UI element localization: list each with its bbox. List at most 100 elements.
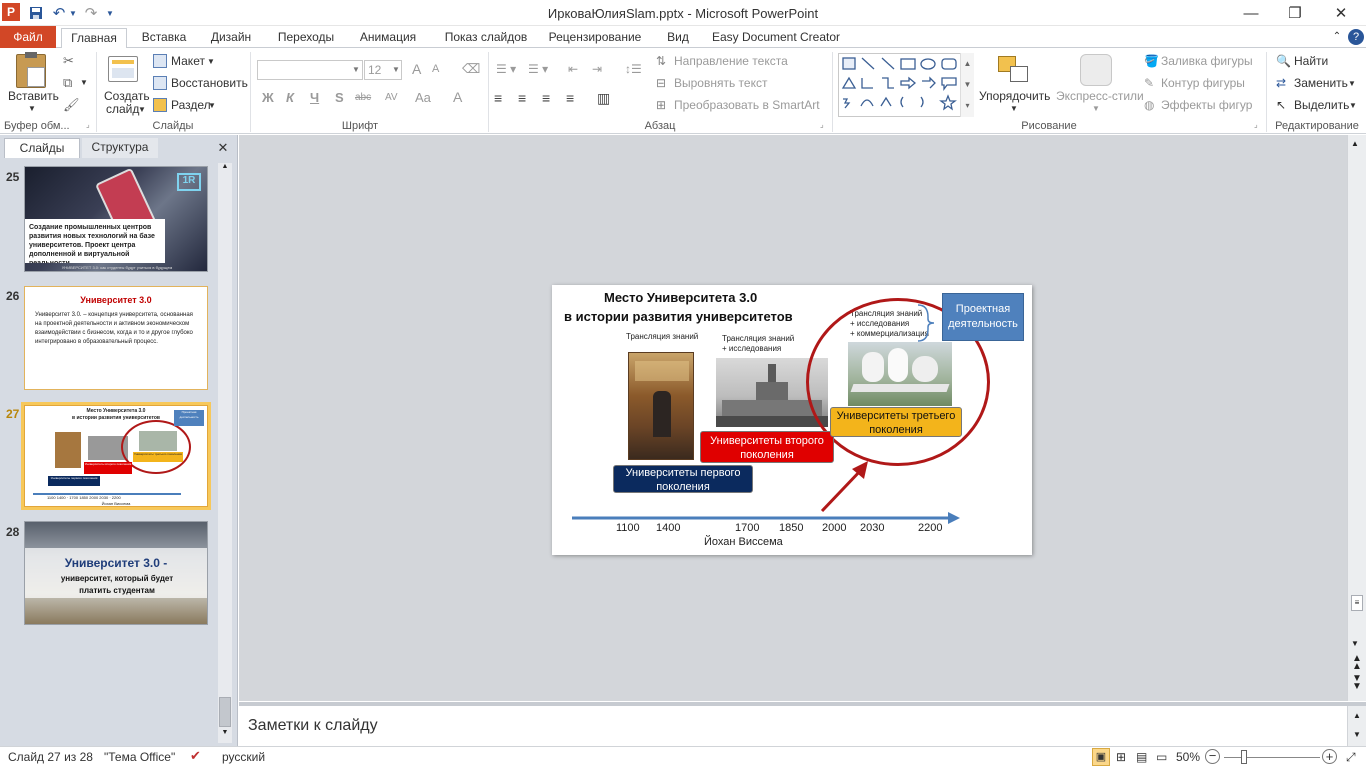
- align-center-icon[interactable]: ≡: [518, 90, 526, 106]
- scroll-thumb[interactable]: ≡: [1351, 595, 1363, 611]
- underline-button[interactable]: Ч: [310, 90, 319, 105]
- select-button[interactable]: Выделить: [1294, 98, 1349, 112]
- tab-home[interactable]: Главная: [61, 28, 127, 49]
- paste-icon[interactable]: [16, 52, 46, 88]
- font-name-dropdown-icon[interactable]: ▼: [352, 65, 360, 74]
- bullets-icon[interactable]: ☰ ▾: [496, 62, 516, 76]
- scroll-up-icon[interactable]: ▲: [218, 163, 232, 175]
- language[interactable]: русский: [222, 750, 265, 764]
- scroll-down-icon[interactable]: ▼: [1351, 639, 1359, 648]
- reset-button[interactable]: Восстановить: [171, 76, 248, 90]
- numbering-icon[interactable]: ☰ ▾: [528, 62, 548, 76]
- new-slide-button-line2[interactable]: слайд: [106, 102, 139, 116]
- fit-to-window-icon[interactable]: ⤢: [1346, 750, 1356, 765]
- zoom-in-icon[interactable]: +: [1322, 749, 1337, 764]
- shape-fill-button[interactable]: Заливка фигуры: [1161, 54, 1253, 68]
- new-slide-dropdown-icon[interactable]: ▼: [138, 105, 146, 114]
- paste-dropdown-icon[interactable]: ▼: [28, 104, 36, 113]
- paste-button[interactable]: Вставить: [8, 89, 59, 103]
- section-button[interactable]: Раздел: [171, 98, 211, 112]
- slide-thumbnail-26[interactable]: Университет 3.0 Университет 3.0. – конце…: [24, 286, 208, 390]
- shape-outline-button[interactable]: Контур фигуры: [1161, 76, 1245, 90]
- tab-slideshow[interactable]: Показ слайдов: [436, 28, 536, 48]
- zoom-slider[interactable]: [1224, 757, 1320, 758]
- bold-button[interactable]: Ж: [262, 90, 274, 105]
- section-dropdown-icon[interactable]: ▼: [208, 101, 216, 110]
- tab-easy-document-creator[interactable]: Easy Document Creator: [708, 28, 844, 48]
- tab-review[interactable]: Рецензирование: [544, 28, 646, 48]
- italic-button[interactable]: К: [286, 90, 294, 105]
- cut-icon[interactable]: ✂: [63, 53, 74, 69]
- increase-indent-icon[interactable]: ⇥: [592, 62, 602, 76]
- zoom-slider-thumb[interactable]: [1241, 750, 1247, 764]
- close-button[interactable]: ✕: [1318, 0, 1364, 26]
- scroll-up-icon[interactable]: ▲: [1351, 139, 1359, 148]
- notes-scrollbar[interactable]: ▲ ▼: [1347, 706, 1366, 746]
- shapes-gallery-scroll[interactable]: ▲ ▼ ▾: [960, 53, 974, 117]
- next-slide-icon[interactable]: ▼ ▼: [1352, 674, 1362, 692]
- align-left-icon[interactable]: ≡: [494, 90, 502, 106]
- paragraph-launcher-icon[interactable]: ⌟: [820, 120, 824, 129]
- layout-dropdown-icon[interactable]: ▼: [207, 57, 215, 66]
- tab-file[interactable]: Файл: [0, 26, 56, 48]
- quick-styles-dropdown-icon[interactable]: ▼: [1092, 104, 1100, 113]
- replace-dropdown-icon[interactable]: ▼: [1348, 79, 1356, 88]
- quick-styles-button[interactable]: Экспресс-стили: [1056, 89, 1144, 103]
- tab-insert[interactable]: Вставка: [134, 28, 194, 48]
- slide-thumbnail-27[interactable]: Место Университета 3.0 в истории развития…: [21, 402, 211, 510]
- project-activity-box[interactable]: Проектная деятельность: [942, 293, 1024, 341]
- new-slide-icon[interactable]: [108, 56, 138, 82]
- arrange-icon[interactable]: [998, 56, 1030, 86]
- clear-format-icon[interactable]: ⌫: [462, 61, 480, 77]
- reading-view-icon[interactable]: ▤: [1136, 750, 1147, 764]
- gen3-box[interactable]: Университеты третьего поколения: [830, 407, 962, 437]
- medieval-university-image[interactable]: [628, 352, 694, 460]
- collapse-ribbon-icon[interactable]: ⌃: [1330, 28, 1344, 48]
- notes-pane[interactable]: Заметки к слайду ▲ ▼: [239, 702, 1366, 746]
- previous-slide-icon[interactable]: ▲ ▲: [1352, 654, 1362, 672]
- replace-button[interactable]: Заменить: [1294, 76, 1348, 90]
- justify-icon[interactable]: ≡: [566, 90, 574, 106]
- arrange-dropdown-icon[interactable]: ▼: [1010, 104, 1018, 113]
- change-case-button[interactable]: Aa: [415, 90, 431, 105]
- new-slide-button-line1[interactable]: Создать: [104, 89, 150, 103]
- font-color-button[interactable]: A: [453, 89, 462, 105]
- slide-canvas[interactable]: Место Университета 3.0 в истории развити…: [552, 285, 1032, 555]
- shadow-button[interactable]: S: [335, 90, 344, 105]
- tab-animation[interactable]: Анимация: [352, 28, 424, 48]
- quick-styles-icon[interactable]: [1080, 54, 1112, 86]
- gen1-box[interactable]: Университеты первого поколения: [613, 465, 753, 493]
- shrink-font-button[interactable]: A: [432, 63, 439, 75]
- font-name-input[interactable]: [257, 60, 363, 80]
- convert-smartart-button[interactable]: Преобразовать в SmartArt: [674, 98, 820, 112]
- zoom-out-icon[interactable]: −: [1205, 749, 1220, 764]
- slide-thumbnail-25[interactable]: 1R Создание промышленных центров развити…: [24, 166, 208, 272]
- tab-view[interactable]: Вид: [658, 28, 698, 48]
- tab-transitions[interactable]: Переходы: [268, 28, 344, 48]
- strikethrough-button[interactable]: abc: [355, 92, 371, 103]
- find-button[interactable]: Найти: [1294, 54, 1328, 68]
- shape-effects-button[interactable]: Эффекты фигур: [1161, 98, 1252, 112]
- font-size-dropdown-icon[interactable]: ▼: [392, 65, 400, 74]
- scroll-thumb[interactable]: [219, 697, 231, 727]
- clipboard-launcher-icon[interactable]: ⌟: [86, 120, 90, 129]
- drawing-launcher-icon[interactable]: ⌟: [1254, 120, 1258, 129]
- minimize-button[interactable]: —: [1228, 0, 1274, 26]
- gen2-box[interactable]: Университеты второго поколения: [700, 431, 834, 463]
- grow-font-button[interactable]: A: [412, 61, 421, 77]
- align-text-button[interactable]: Выровнять текст: [674, 76, 767, 90]
- tab-outline[interactable]: Структура: [82, 138, 158, 158]
- slideshow-view-icon[interactable]: ▭: [1156, 750, 1167, 764]
- tab-design[interactable]: Дизайн: [202, 28, 260, 48]
- tab-slides[interactable]: Слайды: [4, 138, 80, 158]
- spellcheck-icon[interactable]: ✔: [190, 748, 201, 764]
- text-direction-button[interactable]: Направление текста: [674, 54, 788, 68]
- scroll-down-icon[interactable]: ▼: [218, 729, 232, 741]
- copy-icon[interactable]: ⧉: [63, 75, 72, 91]
- maximize-button[interactable]: ❐: [1272, 0, 1318, 26]
- shapes-gallery[interactable]: [838, 53, 974, 117]
- decrease-indent-icon[interactable]: ⇤: [568, 62, 578, 76]
- slides-pane-scrollbar[interactable]: ▲ ▼: [218, 163, 232, 743]
- select-dropdown-icon[interactable]: ▼: [1349, 101, 1357, 110]
- slide-sorter-view-icon[interactable]: ⊞: [1116, 750, 1126, 764]
